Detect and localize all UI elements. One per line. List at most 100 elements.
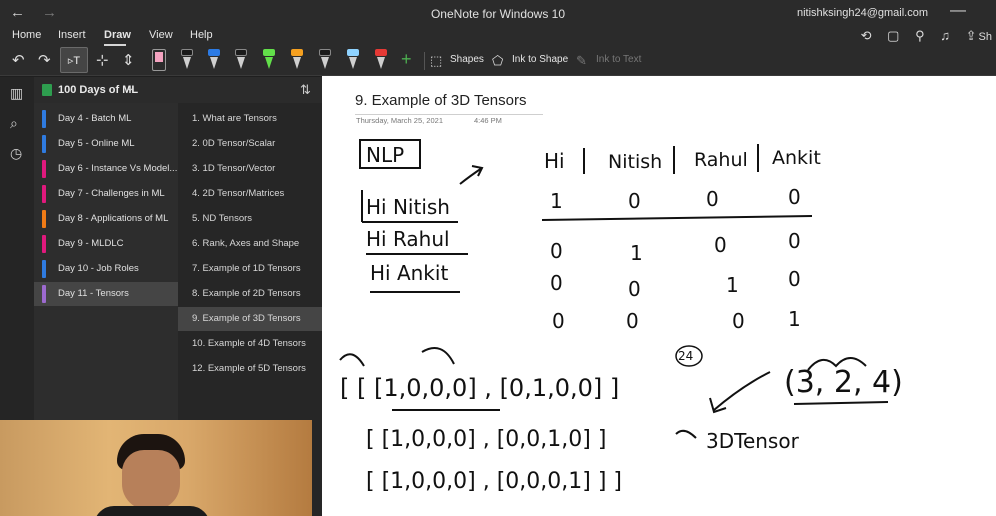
notebook-icon bbox=[42, 84, 52, 96]
pen-red[interactable] bbox=[374, 49, 388, 73]
tab-view[interactable]: View bbox=[149, 29, 173, 41]
chevron-down-icon[interactable]: ⌄ bbox=[126, 83, 134, 94]
shape-arrowhead bbox=[709, 397, 727, 414]
tensor-line-3: [ [1,0,0,0] , [0,0,0,1] ] ] bbox=[366, 469, 622, 494]
menu-bar: Home Insert Draw View Help ⟲ ▢ ⚲ ♫ ⇪ Sh bbox=[0, 26, 996, 46]
cell: 0 bbox=[626, 309, 639, 333]
minimize-icon[interactable]: — bbox=[950, 2, 966, 20]
page-item[interactable]: 3. 1D Tensor/Vector bbox=[178, 157, 322, 181]
pen-blue[interactable] bbox=[207, 49, 221, 73]
page-item[interactable]: 12. Example of 5D Tensors bbox=[178, 357, 322, 381]
pen-orange[interactable] bbox=[290, 49, 304, 73]
section-item[interactable]: Day 6 - Instance Vs Model... bbox=[34, 157, 178, 181]
page-item[interactable]: 5. ND Tensors bbox=[178, 207, 322, 231]
ink-to-text-icon[interactable]: ✎ bbox=[576, 53, 587, 69]
lasso-select-icon[interactable]: ⊹ bbox=[96, 51, 109, 69]
section-label: Day 11 - Tensors bbox=[58, 288, 129, 299]
tab-draw[interactable]: Draw bbox=[104, 29, 131, 41]
pink-highlighter[interactable] bbox=[152, 49, 166, 71]
sync-icon[interactable]: ⟲ bbox=[861, 28, 872, 43]
search-icon[interactable]: ⌕ bbox=[10, 115, 18, 132]
section-item[interactable]: Day 7 - Challenges in ML bbox=[34, 182, 178, 206]
page-label: 12. Example of 5D Tensors bbox=[192, 363, 306, 374]
recent-notes-icon[interactable]: ◷ bbox=[10, 145, 22, 162]
page-label: 3. 1D Tensor/Vector bbox=[192, 163, 276, 174]
share-label[interactable]: Sh bbox=[979, 31, 992, 43]
redo-icon[interactable]: ↷ bbox=[38, 51, 51, 69]
page-item[interactable]: 9. Example of 3D Tensors bbox=[178, 307, 322, 331]
cell: 0 bbox=[628, 277, 641, 301]
page-item[interactable]: 2. 0D Tensor/Scalar bbox=[178, 132, 322, 156]
cell: 1 bbox=[550, 189, 563, 213]
sort-pages-icon[interactable]: ⇅ bbox=[300, 82, 311, 98]
presenter-face bbox=[122, 450, 180, 510]
pen-black-2[interactable] bbox=[234, 49, 248, 73]
ink-to-text-button[interactable]: Ink to Text bbox=[596, 54, 641, 65]
section-color-tab bbox=[42, 110, 46, 128]
section-item[interactable]: Day 8 - Applications of ML bbox=[34, 207, 178, 231]
section-item[interactable]: Day 11 - Tensors bbox=[34, 282, 178, 306]
cell: 0 bbox=[550, 239, 563, 263]
note-canvas[interactable]: 9. Example of 3D Tensors Thursday, March… bbox=[322, 76, 996, 516]
page-item[interactable]: 4. 2D Tensor/Matrices bbox=[178, 182, 322, 206]
shapes-icon[interactable]: ⬚ bbox=[430, 53, 442, 69]
green-highlighter[interactable] bbox=[262, 49, 276, 73]
undo-icon[interactable]: ↶ bbox=[12, 51, 25, 69]
section-label: Day 4 - Batch ML bbox=[58, 113, 132, 124]
page-item[interactable]: 10. Example of 4D Tensors bbox=[178, 332, 322, 356]
title-bar: ← → OneNote for Windows 10 nitishksingh2… bbox=[0, 0, 996, 26]
nlp-label: NLP bbox=[366, 143, 404, 167]
tab-insert[interactable]: Insert bbox=[58, 29, 86, 41]
notebook-icon[interactable]: ▢ bbox=[887, 28, 899, 43]
lightbulb-icon[interactable]: ⚲ bbox=[915, 28, 925, 43]
toolbar-right-icons: ⟲ ▢ ⚲ ♫ ⇪ Sh bbox=[849, 28, 992, 44]
curved-arrow bbox=[421, 347, 455, 365]
vocab-hi: Hi bbox=[544, 149, 565, 173]
shape-underline bbox=[793, 401, 889, 405]
page-item[interactable]: 7. Example of 1D Tensors bbox=[178, 257, 322, 281]
pen-black-3[interactable] bbox=[318, 49, 332, 73]
cell: 0 bbox=[628, 189, 641, 213]
type-select-tool[interactable]: ▹T bbox=[60, 47, 88, 73]
pen-light-blue[interactable] bbox=[346, 49, 360, 73]
section-item[interactable]: Day 5 - Online ML bbox=[34, 132, 178, 156]
add-pen-icon[interactable]: + bbox=[401, 49, 412, 70]
curved-arrow bbox=[339, 353, 365, 367]
section-color-tab bbox=[42, 160, 46, 178]
page-label: 10. Example of 4D Tensors bbox=[192, 338, 306, 349]
cell: 1 bbox=[788, 307, 801, 331]
vocab-rahul: Rahul bbox=[694, 149, 748, 171]
section-label: Day 6 - Instance Vs Model... bbox=[58, 163, 178, 174]
cell: 1 bbox=[630, 241, 643, 265]
section-label: Day 7 - Challenges in ML bbox=[58, 188, 165, 199]
section-item[interactable]: Day 10 - Job Roles bbox=[34, 257, 178, 281]
tab-help[interactable]: Help bbox=[190, 29, 213, 41]
share-icon[interactable]: ⇪ bbox=[966, 28, 977, 43]
insert-space-icon[interactable]: ⇕ bbox=[122, 51, 135, 69]
pen-black-1[interactable] bbox=[180, 49, 194, 73]
notebooks-icon[interactable]: ▥ bbox=[10, 85, 23, 102]
ink-to-shape-icon[interactable]: ⬠ bbox=[492, 53, 503, 69]
shapes-button[interactable]: Shapes bbox=[450, 54, 484, 65]
cell: 0 bbox=[788, 229, 801, 253]
section-item[interactable]: Day 9 - MLDLC bbox=[34, 232, 178, 256]
account-name[interactable]: nitishksingh24@gmail.com bbox=[797, 7, 928, 19]
page-label: 1. What are Tensors bbox=[192, 113, 277, 124]
page-label: 5. ND Tensors bbox=[192, 213, 253, 224]
ink-to-shape-button[interactable]: Ink to Shape bbox=[512, 54, 568, 65]
sentence-2: Hi Rahul bbox=[366, 227, 450, 251]
page-item[interactable]: 6. Rank, Axes and Shape bbox=[178, 232, 322, 256]
bell-icon[interactable]: ♫ bbox=[940, 28, 950, 43]
tab-home[interactable]: Home bbox=[12, 29, 41, 41]
page-item[interactable]: 1. What are Tensors bbox=[178, 107, 322, 131]
section-item[interactable]: Day 4 - Batch ML bbox=[34, 107, 178, 131]
page-item[interactable]: 8. Example of 2D Tensors bbox=[178, 282, 322, 306]
highlighter-color bbox=[155, 52, 163, 62]
label-arrow bbox=[675, 429, 697, 439]
webcam-overlay bbox=[0, 420, 312, 516]
tensor-line-1: [ [ [1,0,0,0] , [0,1,0,0] ] bbox=[340, 374, 619, 402]
cell: 0 bbox=[788, 185, 801, 209]
section-color-tab bbox=[42, 235, 46, 253]
cell: 0 bbox=[732, 309, 745, 333]
notebook-header[interactable]: 100 Days of ML ⌄ ⇅ bbox=[34, 77, 322, 103]
